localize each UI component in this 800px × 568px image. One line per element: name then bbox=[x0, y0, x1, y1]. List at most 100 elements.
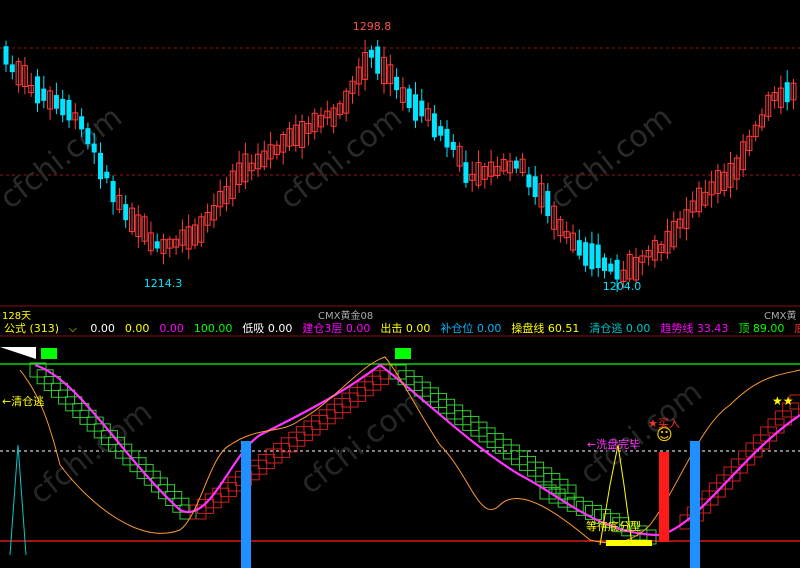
indicator-chart[interactable]: cfchi.com cfchi.com cfchi.com ←清仓逃 ←洗盘完毕 ★… bbox=[0, 335, 800, 568]
watermark-text: cfchi.com bbox=[543, 100, 678, 217]
candle-body bbox=[413, 94, 418, 121]
candle-body bbox=[41, 88, 47, 101]
formula-item-value: 0.00 bbox=[345, 322, 371, 335]
blue-signal-bar bbox=[690, 441, 700, 568]
candle-body bbox=[79, 116, 85, 130]
formula-item-value: 0.00 bbox=[625, 322, 651, 335]
formula-item-value: 0.00 bbox=[90, 322, 115, 335]
formula-item-name: 补仓位 bbox=[440, 322, 477, 335]
candle-body bbox=[110, 181, 116, 203]
formula-bar: 公式 (313) ⌵ 0.00 0.00 0.00 100.00 低吸 0.00 建仓3层… bbox=[0, 320, 800, 335]
formula-item: 0.00 bbox=[90, 322, 120, 335]
candle-body bbox=[60, 98, 66, 116]
formula-item-value: 60.51 bbox=[547, 322, 580, 335]
candles bbox=[3, 39, 797, 293]
formula-selector[interactable]: 公式 (313) ⌵ bbox=[4, 322, 85, 335]
candle-body bbox=[532, 176, 538, 198]
formula-values: 0.00 0.00 0.00 100.00 低吸 0.00 建仓3层 0.00 出击 0.0… bbox=[90, 322, 800, 335]
candle-body bbox=[444, 128, 450, 148]
candle-body bbox=[450, 141, 456, 150]
formula-item: 低吸 0.00 bbox=[242, 322, 297, 335]
candle-body bbox=[375, 46, 381, 74]
candle-body bbox=[784, 82, 790, 103]
price-candlestick-pane[interactable]: cfchi.com cfchi.com cfchi.com 1298.8 1214.… bbox=[0, 0, 800, 307]
formula-item-name: 低吸 bbox=[242, 322, 268, 335]
candle-body bbox=[98, 152, 103, 180]
yellow-bottom-marker bbox=[606, 540, 652, 546]
signal-spike bbox=[9, 444, 27, 556]
candle-body bbox=[431, 113, 437, 138]
formula-item-value: 0.00 bbox=[476, 322, 502, 335]
candle-body bbox=[583, 242, 589, 266]
formula-item: 0.00 bbox=[125, 322, 155, 335]
formula-item: 0.00 bbox=[159, 322, 189, 335]
formula-item-value: 0.00 bbox=[405, 322, 431, 335]
candle-body bbox=[602, 257, 607, 272]
candle-body bbox=[104, 171, 110, 179]
signal-qingcang-label: ←清仓逃 bbox=[2, 394, 44, 408]
formula-item-value: 0.00 bbox=[267, 322, 293, 335]
candle-body bbox=[614, 259, 620, 280]
signal-xidan-label: ←洗盘完毕 bbox=[587, 437, 640, 451]
candle-body bbox=[608, 263, 614, 272]
price-grid bbox=[0, 47, 800, 307]
signal-bottom-label: 等待底分型 bbox=[586, 519, 641, 533]
red-buy-bar bbox=[659, 452, 669, 542]
green-marker bbox=[395, 348, 411, 359]
candle-body bbox=[394, 76, 400, 91]
formula-item-value: 0.00 bbox=[159, 322, 184, 335]
low-price-label-1: 1214.3 bbox=[144, 277, 183, 290]
candle-body bbox=[576, 240, 582, 256]
formula-item-name: 清仓逃 bbox=[589, 322, 626, 335]
formula-item-value: 33.43 bbox=[696, 322, 729, 335]
formula-item: 操盘线 60.51 bbox=[511, 322, 584, 335]
watermark-text: cfchi.com bbox=[573, 375, 708, 492]
candle-body bbox=[154, 241, 160, 249]
candle-body bbox=[595, 244, 601, 269]
candle-body bbox=[406, 88, 412, 108]
candlestick-chart[interactable]: cfchi.com cfchi.com cfchi.com 1298.8 1214.… bbox=[0, 0, 800, 307]
formula-item-name: 出击 bbox=[380, 322, 406, 335]
formula-item: 补仓位 0.00 bbox=[440, 322, 506, 335]
formula-item-value: 100.00 bbox=[193, 322, 233, 335]
candle-body bbox=[66, 100, 72, 121]
watermark-text: cfchi.com bbox=[293, 385, 428, 502]
candle-body bbox=[589, 243, 595, 270]
candle-body bbox=[85, 128, 91, 145]
blue-signal-bar bbox=[241, 441, 251, 568]
green-marker bbox=[41, 348, 57, 359]
candle-body bbox=[9, 64, 15, 73]
candle-body bbox=[123, 204, 129, 221]
low-price-label-2: 1204.0 bbox=[603, 280, 642, 293]
formula-item: 建仓3层 0.00 bbox=[302, 322, 375, 335]
formula-item: 清仓逃 0.00 bbox=[589, 322, 655, 335]
formula-selector-label: 公式 (313) bbox=[4, 322, 60, 335]
formula-item-value: 0.00 bbox=[124, 322, 150, 335]
formula-item: 底 11.00 bbox=[794, 322, 800, 335]
white-wedge bbox=[0, 347, 36, 359]
trail-box bbox=[738, 450, 756, 466]
stock-chart-window: cfchi.com cfchi.com cfchi.com 1298.8 1214.… bbox=[0, 0, 800, 568]
candle-body bbox=[463, 162, 469, 183]
formula-item-name: 操盘线 bbox=[511, 322, 548, 335]
trail-box bbox=[767, 418, 785, 434]
candle-body bbox=[526, 174, 532, 188]
signal-stars-label: ★★ bbox=[772, 394, 794, 408]
indicator-pane[interactable]: cfchi.com cfchi.com cfchi.com ←清仓逃 ←洗盘完毕 ★… bbox=[0, 335, 800, 568]
formula-item-name: 底 bbox=[794, 322, 800, 335]
candle-body bbox=[91, 143, 97, 153]
info-bar: 128天 CMX黄金08 CMX黄 bbox=[0, 307, 800, 322]
watermark-text: cfchi.com bbox=[0, 100, 129, 217]
formula-item: 100.00 bbox=[194, 322, 238, 335]
watermark-text: cfchi.com bbox=[273, 100, 408, 217]
high-price-label: 1298.8 bbox=[353, 20, 392, 33]
formula-item: 出击 0.00 bbox=[380, 322, 435, 335]
candle-body bbox=[53, 95, 59, 109]
formula-item-value: 89.00 bbox=[752, 322, 785, 335]
candle-body bbox=[438, 126, 444, 136]
formula-item: 趋势线 33.43 bbox=[660, 322, 733, 335]
candle-body bbox=[513, 160, 519, 169]
candle-body bbox=[545, 191, 551, 217]
formula-item-name: 建仓3层 bbox=[302, 322, 346, 335]
chevron-down-icon[interactable]: ⌵ bbox=[69, 322, 77, 335]
